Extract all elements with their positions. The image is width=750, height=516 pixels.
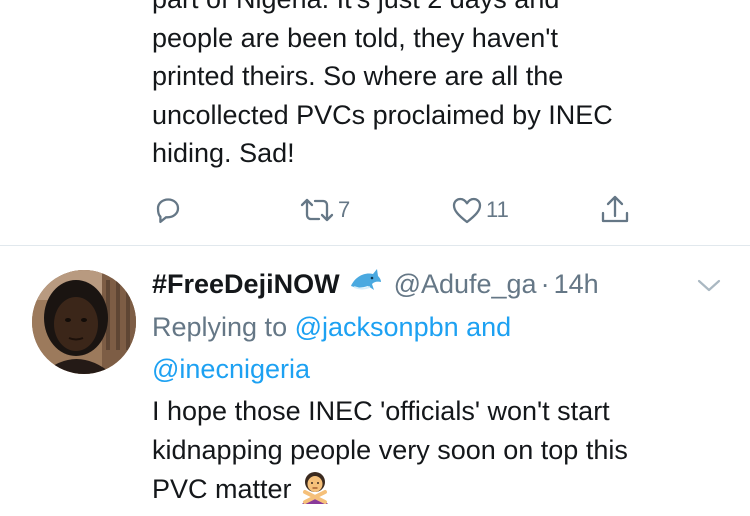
retweet-count: 7 xyxy=(338,197,351,222)
like-count: 11 xyxy=(486,197,509,222)
tweet-actions: 7 11 xyxy=(0,192,750,232)
text-line: people are been told, they haven't xyxy=(152,22,558,53)
heart-icon xyxy=(452,197,482,224)
text-line: part of Nigeria. It's just 2 days and xyxy=(152,0,559,14)
like-button[interactable]: 11 xyxy=(450,192,509,228)
text-line: PVC matter xyxy=(152,474,292,504)
person-gesturing-no-emoji xyxy=(298,470,332,515)
previous-tweet-text: part of Nigeria. It's just 2 days and pe… xyxy=(152,0,732,173)
reply-icon xyxy=(156,198,180,224)
retweet-button[interactable]: 7 xyxy=(298,192,350,228)
share-button[interactable] xyxy=(598,192,632,228)
text-line: printed theirs. So where are all the xyxy=(152,61,564,91)
separator-dot: · xyxy=(540,268,550,299)
mention-link[interactable]: @jacksonpbn xyxy=(295,312,459,342)
dolphin-emoji xyxy=(348,266,382,303)
tweet-menu-button[interactable] xyxy=(696,276,722,299)
replying-and[interactable]: and xyxy=(466,312,511,342)
replying-prefix: Replying to xyxy=(152,312,288,342)
retweet-icon xyxy=(300,198,334,222)
avatar-image xyxy=(32,270,136,374)
display-name[interactable]: #FreeDejiNOW xyxy=(152,269,340,300)
share-icon xyxy=(601,195,629,223)
chevron-down-icon xyxy=(697,279,721,292)
mention-link[interactable]: @inecnigeria xyxy=(152,354,310,384)
avatar[interactable] xyxy=(32,270,136,374)
previous-tweet[interactable]: part of Nigeria. It's just 2 days and pe… xyxy=(0,0,750,246)
tweet-header: #FreeDejiNOW @Adufe_ga · 14h xyxy=(152,266,599,302)
tweet[interactable]: #FreeDejiNOW @Adufe_ga · 14h Replying to… xyxy=(0,246,750,516)
text-line: kidnapping people very soon on top this xyxy=(152,435,628,465)
reply-button[interactable] xyxy=(152,192,184,228)
text-line: uncollected PVCs proclaimed by INEC xyxy=(152,99,613,130)
text-line: I hope those INEC 'officials' won't star… xyxy=(152,396,610,426)
text-line: hiding. Sad! xyxy=(152,138,295,168)
tweet-text: I hope those INEC 'officials' won't star… xyxy=(152,392,722,515)
timestamp[interactable]: 14h xyxy=(554,269,599,300)
replying-to: Replying to @jacksonpbn and @inecnigeria xyxy=(152,306,712,390)
user-handle[interactable]: @Adufe_ga xyxy=(394,269,537,300)
